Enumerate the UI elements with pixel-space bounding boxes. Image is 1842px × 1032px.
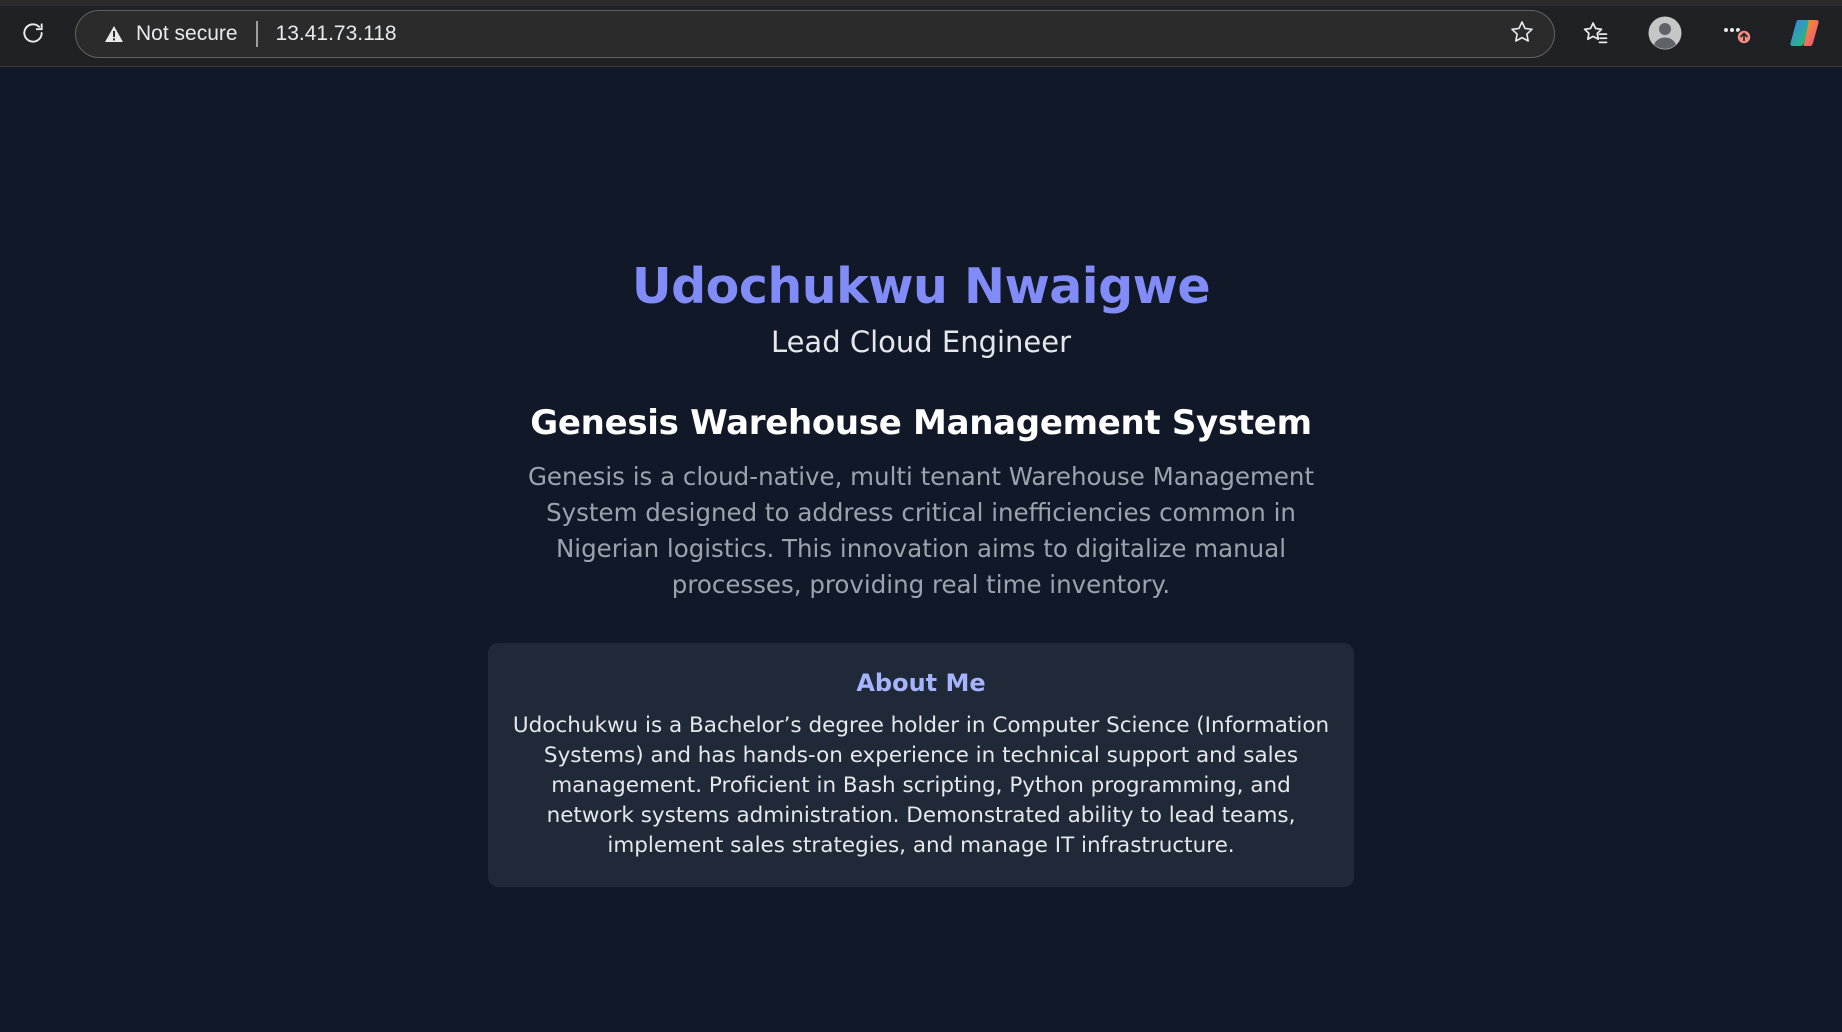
about-me-title: About Me [856, 669, 986, 697]
person-name: Udochukwu Nwaigwe [631, 258, 1211, 315]
reload-button[interactable] [11, 13, 55, 57]
security-status-label[interactable]: Not secure [136, 22, 238, 46]
portfolio-hero: Udochukwu Nwaigwe Lead Cloud Engineer Ge… [488, 257, 1354, 887]
project-description: Genesis is a cloud-native, multi tenant … [527, 462, 1315, 599]
reload-icon [20, 20, 46, 50]
about-me-card: About Me Udochukwu is a Bachelor’s degre… [488, 643, 1354, 887]
browser-toolbar: Not secure 13.41.73.118 [0, 0, 1842, 67]
star-icon [1509, 19, 1535, 49]
project-title: Genesis Warehouse Management System [530, 403, 1312, 443]
job-title: Lead Cloud Engineer [770, 325, 1072, 359]
tab-strip-edge [0, 0, 1842, 6]
favorites-icon [1582, 19, 1610, 51]
about-me-text: Udochukwu is a Bachelor’s degree holder … [512, 713, 1330, 858]
profile-button[interactable] [1643, 13, 1687, 57]
profile-icon [1648, 16, 1682, 54]
add-favorite-button[interactable] [1500, 12, 1544, 56]
copilot-button[interactable] [1783, 13, 1827, 57]
page-viewport: Udochukwu Nwaigwe Lead Cloud Engineer Ge… [0, 67, 1842, 1032]
favorites-button[interactable] [1574, 13, 1618, 57]
address-divider [255, 21, 258, 47]
more-icon [1719, 18, 1753, 52]
copilot-icon [1788, 16, 1822, 54]
address-bar[interactable]: Not secure 13.41.73.118 [75, 10, 1555, 58]
url-text[interactable]: 13.41.73.118 [276, 22, 397, 46]
settings-and-more-button[interactable] [1714, 13, 1758, 57]
warning-triangle-icon[interactable] [104, 23, 126, 45]
